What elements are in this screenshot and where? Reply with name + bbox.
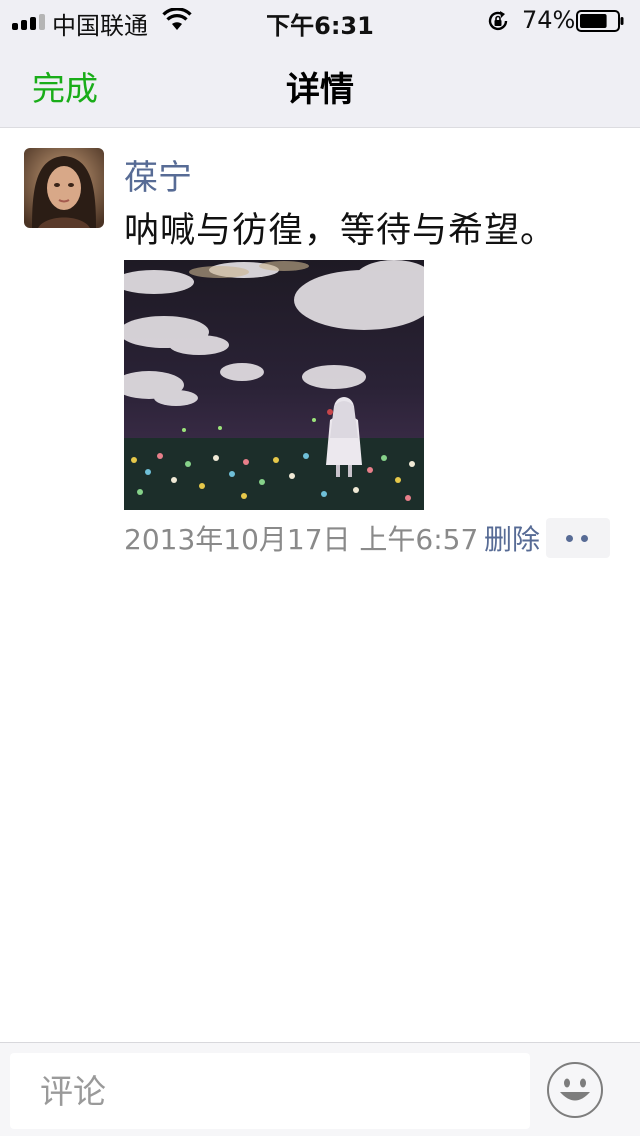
- top-bar: 中国联通 下午6:31 74% 完成 详情: [0, 0, 640, 128]
- comment-bar: [0, 1042, 640, 1136]
- rotation-lock-icon: [488, 11, 508, 31]
- comment-input[interactable]: [10, 1053, 530, 1129]
- emoji-smiley-icon[interactable]: [546, 1061, 604, 1119]
- page-title: 详情: [286, 70, 354, 110]
- status-bar: 中国联通 下午6:31 74%: [0, 0, 640, 42]
- battery-percent: 74%: [522, 6, 576, 34]
- post-timestamp: 2013年10月17日 上午6:57: [124, 523, 479, 556]
- avatar[interactable]: [24, 148, 104, 228]
- delete-link[interactable]: 删除: [484, 518, 540, 558]
- navigation-bar: 完成 详情: [0, 42, 640, 128]
- moments-detail-screen: 中国联通 下午6:31 74% 完成 详情 葆宁 呐喊与彷徨，等待与希望。 20…: [0, 0, 640, 1136]
- post-text: 呐喊与彷徨，等待与希望。: [124, 211, 557, 251]
- post-photo[interactable]: [124, 260, 424, 510]
- more-dots-icon[interactable]: [546, 518, 610, 558]
- author-name[interactable]: 葆宁: [124, 150, 192, 199]
- battery-icon: [576, 10, 624, 32]
